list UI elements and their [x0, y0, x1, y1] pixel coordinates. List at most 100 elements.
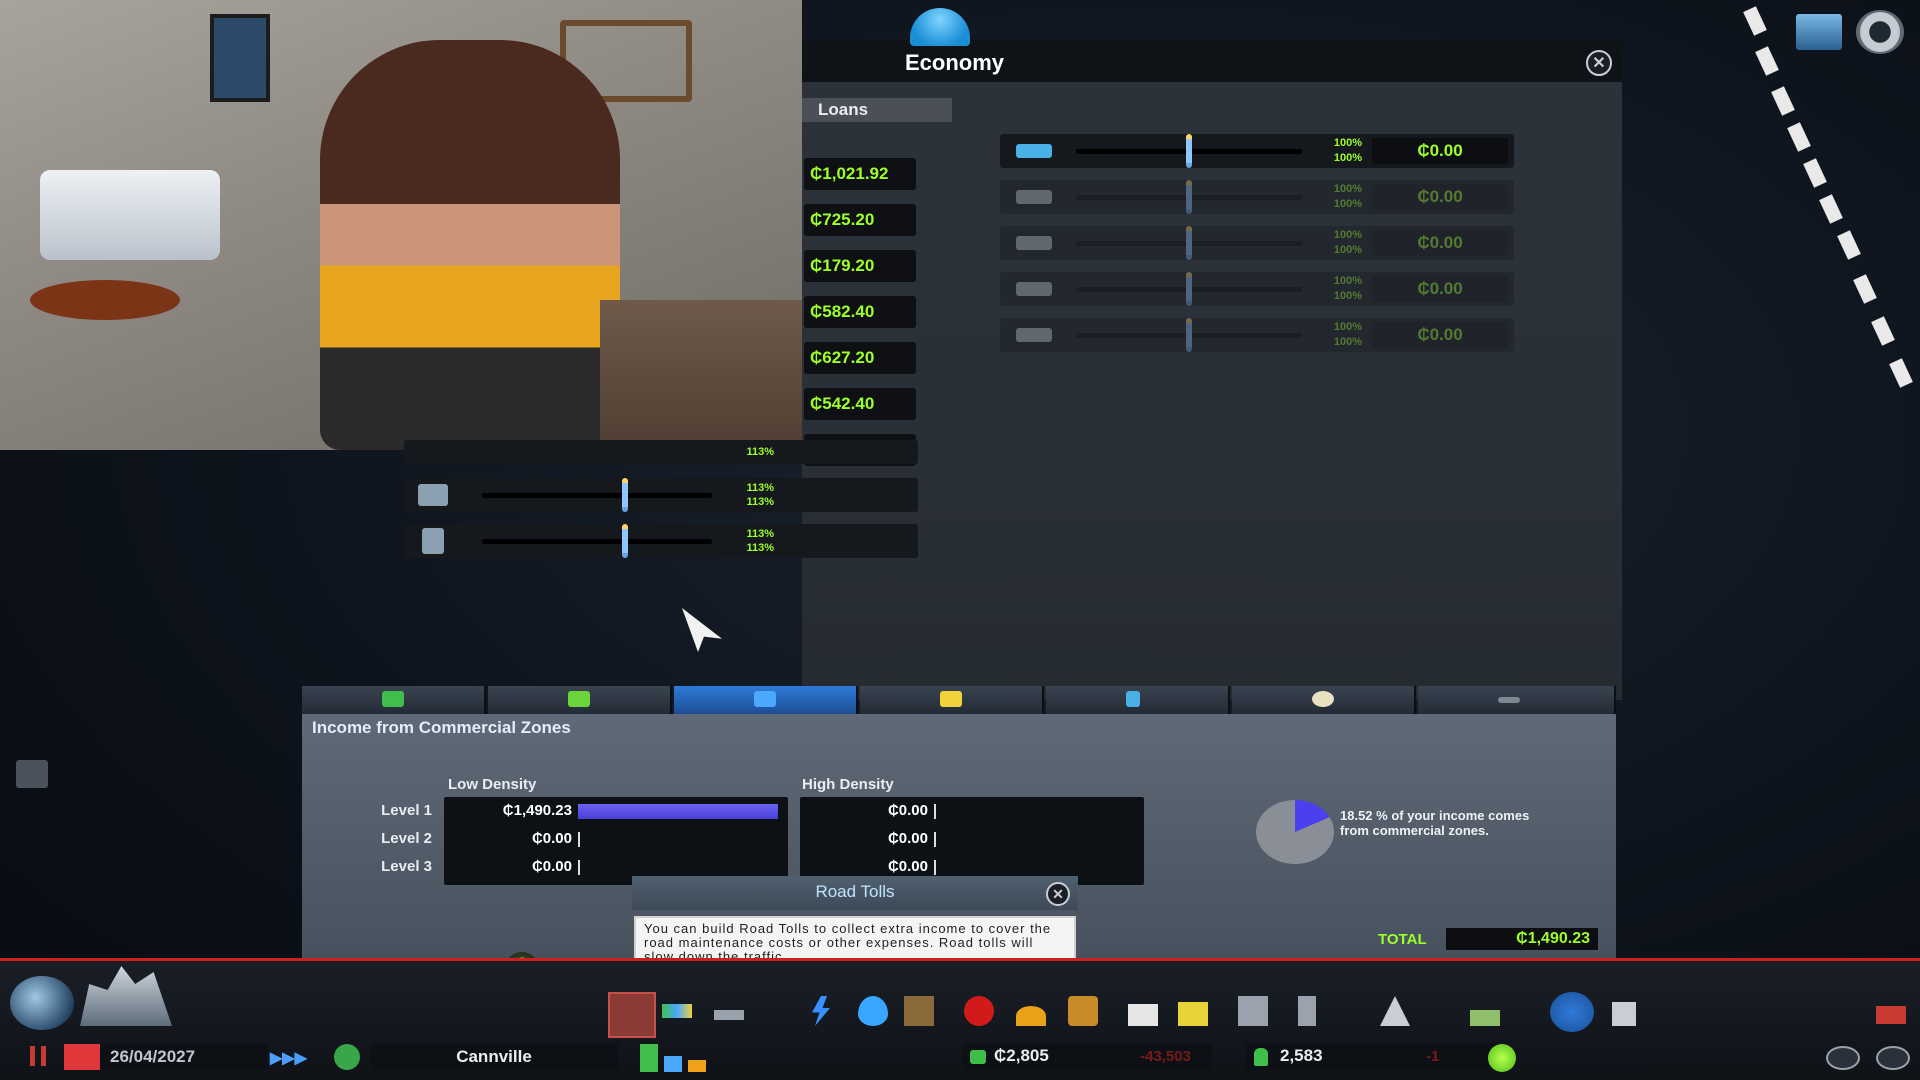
home-icon[interactable]: [16, 760, 48, 788]
income-share-text: 18.52 % of your income comes from commer…: [1340, 808, 1530, 838]
budget-row-monuments[interactable]: 113% 113%: [404, 478, 918, 512]
tab-tolls[interactable]: [1418, 686, 1616, 714]
close-economy-button[interactable]: ✕: [1586, 50, 1612, 76]
day-pct: 113%: [746, 482, 774, 494]
low-density-value: ₵1,490.23: [502, 802, 572, 819]
public-transport-icon[interactable]: [1178, 1002, 1208, 1026]
budget-slider-knob[interactable]: [1186, 318, 1192, 352]
level-3-label: Level 3: [381, 858, 432, 875]
level-2-label: Level 2: [381, 830, 432, 847]
zoning-icon[interactable]: [662, 1004, 692, 1018]
garbage-icon[interactable]: [904, 996, 934, 1026]
income-category-tabs: [302, 686, 1616, 714]
metro-icon: [1016, 190, 1052, 204]
budget-slider[interactable]: [622, 478, 628, 512]
transport-value: ₵0.00: [1372, 230, 1508, 256]
day-pct: 100%: [1333, 137, 1362, 149]
tab-tourism[interactable]: [1232, 686, 1416, 714]
budget-slider-knob[interactable]: [1186, 134, 1192, 168]
budget-value-box: ₵542.40: [804, 388, 916, 420]
night-pct: 100%: [1333, 198, 1362, 210]
tab-transport[interactable]: [1046, 686, 1230, 714]
level-1-label: Level 1: [381, 802, 432, 819]
money-value: ₵2,805: [994, 1046, 1049, 1065]
tab-industrial[interactable]: [860, 686, 1044, 714]
budget-row-partial[interactable]: 113%: [404, 440, 918, 464]
tab-residential[interactable]: [302, 686, 486, 714]
transport-row[interactable]: 100% 100% ₵0.00: [1000, 134, 1514, 168]
districts-icon[interactable]: [714, 1010, 744, 1020]
floor: [600, 300, 802, 450]
tab-residential-high[interactable]: [488, 686, 672, 714]
police-icon[interactable]: [1068, 996, 1098, 1026]
fire-icon[interactable]: [1016, 1006, 1046, 1026]
night-pct: 100%: [1333, 336, 1362, 348]
transport-row[interactable]: 100% 100% ₵0.00: [1000, 318, 1514, 352]
population-icon: [1254, 1048, 1268, 1066]
tourism-icon: [1312, 691, 1334, 707]
economy-title: Economy: [905, 50, 1005, 75]
population-delta: -1: [1426, 1048, 1440, 1065]
city-name[interactable]: Cannville: [370, 1044, 618, 1070]
budget-value-box: ₵725.20: [804, 204, 916, 236]
close-tooltip-button[interactable]: ✕: [1046, 882, 1070, 906]
policies-icon[interactable]: [1612, 1002, 1636, 1026]
free-camera-icon[interactable]: [1876, 1046, 1910, 1070]
happiness-icon[interactable]: [1488, 1044, 1516, 1072]
budget-pct: 113%: [746, 446, 774, 458]
camera-icon[interactable]: [1826, 1046, 1860, 1070]
budget-row-landmarks[interactable]: 113% 113%: [404, 524, 918, 558]
education-icon[interactable]: [1128, 1004, 1158, 1026]
economy-icon-button[interactable]: [1550, 992, 1594, 1032]
globe-icon[interactable]: [10, 976, 74, 1030]
healthcare-icon[interactable]: [964, 996, 994, 1026]
low-density-bar: [578, 804, 778, 819]
settings-gear-icon[interactable]: [1856, 10, 1904, 54]
transport-row[interactable]: 100% 100% ₵0.00: [1000, 272, 1514, 306]
wall-decor: [210, 14, 270, 102]
city-info-icon[interactable]: [334, 1044, 360, 1070]
population-display[interactable]: 2,583 -1: [1246, 1044, 1496, 1070]
night-pct: 100%: [1333, 290, 1362, 302]
landmark-icon: [422, 528, 444, 554]
transport-row[interactable]: 100% 100% ₵0.00: [1000, 180, 1514, 214]
pause-button[interactable]: [30, 1046, 46, 1066]
water-icon[interactable]: [858, 996, 888, 1026]
high-density-value: ₵0.00: [887, 830, 928, 847]
night-pct: 100%: [1333, 244, 1362, 256]
budget-value-box: ₵179.20: [804, 250, 916, 282]
tab-loans[interactable]: Loans: [802, 98, 952, 122]
parks-icon[interactable]: [1238, 996, 1268, 1026]
tab-commercial[interactable]: [674, 686, 858, 714]
demand-bar-industrial: [688, 1060, 706, 1072]
budget-value-box: ₵627.20: [804, 342, 916, 374]
high-density-header: High Density: [802, 776, 894, 793]
transport-value: ₵0.00: [1372, 138, 1508, 164]
road-tool-icon[interactable]: [608, 992, 656, 1038]
bed: [40, 170, 220, 260]
budget-value-box: ₵582.40: [804, 296, 916, 328]
commercial-icon: [754, 691, 776, 707]
monument-icon: [418, 484, 448, 506]
money-display[interactable]: ₵2,805 -43,503: [962, 1044, 1212, 1070]
road-toll-icon: [1498, 697, 1520, 703]
demand-bar-commercial: [664, 1056, 682, 1072]
webcam-overlay: [0, 0, 802, 450]
budget-slider-knob[interactable]: [1186, 226, 1192, 260]
game-date: 26/04/2027: [100, 1044, 268, 1070]
bus-icon: [1126, 691, 1140, 707]
high-density-value: ₵0.00: [887, 858, 928, 875]
budget-slider-knob[interactable]: [1186, 272, 1192, 306]
fast-forward-button[interactable]: ▶▶▶: [270, 1048, 307, 1068]
unique-buildings-icon[interactable]: [1298, 996, 1316, 1026]
info-views-icon[interactable]: [1876, 1006, 1906, 1024]
budget-slider-knob[interactable]: [1186, 180, 1192, 214]
budget-slider[interactable]: [622, 524, 628, 558]
money-delta: -43,503: [1140, 1048, 1191, 1065]
city-snapshot-icon[interactable]: [1796, 14, 1842, 50]
residential-icon: [382, 691, 404, 707]
high-density-bar: [934, 860, 936, 875]
ship-icon: [1016, 282, 1052, 296]
bulldozer-icon[interactable]: [1470, 1010, 1500, 1026]
transport-row[interactable]: 100% 100% ₵0.00: [1000, 226, 1514, 260]
